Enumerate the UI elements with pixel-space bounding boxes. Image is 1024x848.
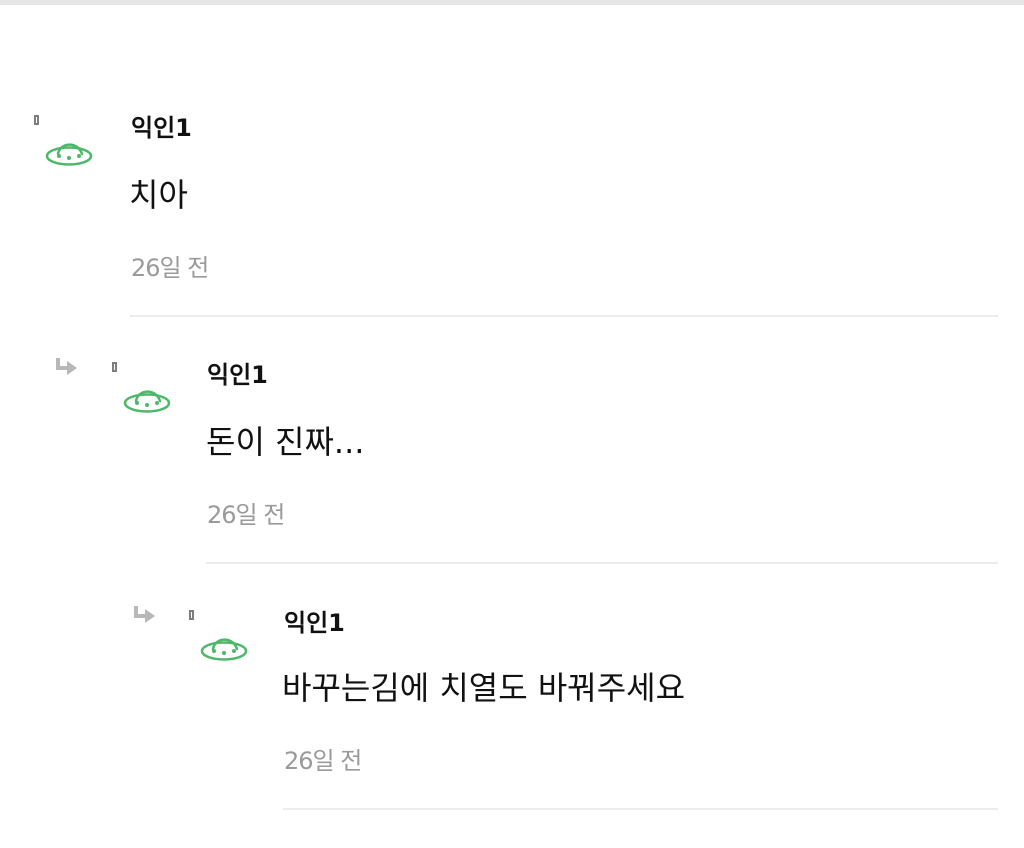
reply-item: 익인1 바꾸는김에 치열도 바꿔주세요 26일 전 [0,600,1024,848]
comment-item: 익인1 치아 26일 전 [0,105,1024,353]
reply-arrow-icon [56,358,77,375]
top-border [0,0,1024,5]
comment-divider [283,808,998,810]
comment-body: 돈이 진짜... [206,423,365,461]
reply-arrow-icon [134,606,155,623]
ufo-avatar-icon [123,390,171,413]
reply-marker [189,610,194,620]
comment-author: 익인1 [284,609,345,637]
comment-timestamp: 26일 전 [131,254,209,282]
reply-item: 익인1 돈이 진짜... 26일 전 [0,352,1024,600]
comment-divider [130,315,998,317]
ufo-avatar-icon [200,638,248,661]
comment-timestamp: 26일 전 [207,501,285,529]
comment-author: 익인1 [207,361,268,389]
comment-body: 치아 [129,176,188,214]
comment-divider [206,562,998,564]
comment-body: 바꾸는김에 치열도 바꿔주세요 [282,669,686,707]
reply-marker [112,362,117,372]
comment-timestamp: 26일 전 [284,747,362,775]
ufo-avatar-icon [45,143,93,166]
comment-author: 익인1 [131,114,192,142]
comment-marker [34,115,39,125]
